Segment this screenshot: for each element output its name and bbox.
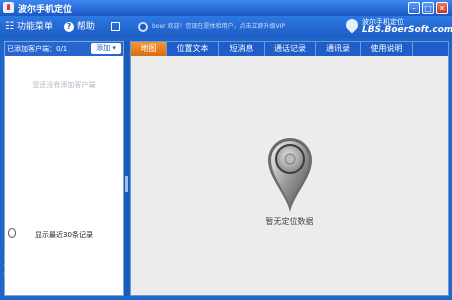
recent-records[interactable]: 显示最近30条记录 [5,228,123,242]
tab-bar: 地图 位置文本 短消息 通话记录 通讯录 使用说明 [131,42,448,56]
tab-location-text[interactable]: 位置文本 [167,42,219,56]
user-icon: ● [138,21,148,32]
main-panel: 地图 位置文本 短消息 通话记录 通讯录 使用说明 暂无定位数据 [130,41,449,296]
news-link[interactable]: 站：lbs.boersoft.com [4,271,124,280]
news-line: * 欢迎使用波尔手机定位，官方网 [4,263,93,270]
tab-call-log[interactable]: 通话记录 [265,42,316,56]
recent-records-label: 显示最近30条记录 [35,231,93,239]
help-button[interactable]: ? 帮助 [64,16,95,38]
location-pin-icon [268,138,312,212]
splitter[interactable] [124,41,129,296]
window-title: 波尔手机定位 [18,5,73,15]
chevron-down-icon: ▾ [112,44,116,52]
added-count-label: 已添加客户端：0/1 [7,45,68,53]
no-location-data: 暂无定位数据 [265,217,314,226]
add-client-button[interactable]: 添加 ▾ [91,43,121,54]
help-icon: ? [64,21,74,32]
tab-sms[interactable]: 短消息 [219,42,265,56]
vip-notice[interactable]: boer 欢迎！您现在是体验用户，点击立即升级VIP [152,16,285,38]
title-bar: 波尔手机定位 – □ ✕ [0,0,452,16]
tab-contacts[interactable]: 通讯录 [316,42,361,56]
help-label: 帮助 [76,22,95,32]
minimize-button[interactable]: – [408,2,420,14]
tab-help[interactable]: 使用说明 [361,42,413,56]
maximize-button[interactable]: □ [422,2,434,14]
menu-button[interactable]: ☷ 功能菜单 [5,16,53,38]
location-pin-icon [343,16,361,34]
news-line: * 最新版本:1.1 [4,254,45,261]
client-panel-header: 已添加客户端：0/1 添加 ▾ [5,42,123,56]
add-button-label: 添加 [96,44,111,52]
close-button[interactable]: ✕ [436,2,448,14]
menu-icon: ☷ [5,21,14,32]
news-panel: * 最新版本:1.1 * 欢迎使用波尔手机定位，官方网 站：lbs.boerso… [4,253,124,280]
fullscreen-icon [111,22,120,31]
fullscreen-button[interactable] [111,16,120,38]
menu-label: 功能菜单 [16,22,53,32]
logo-line2: LBS.BoerSoft.com [362,25,452,35]
brand-logo: 波尔手机定位 LBS.BoerSoft.com [342,16,452,38]
tab-map[interactable]: 地图 [131,42,167,56]
app-icon [3,2,14,13]
empty-clients-text: 您还没有添加客户端 [32,81,96,89]
